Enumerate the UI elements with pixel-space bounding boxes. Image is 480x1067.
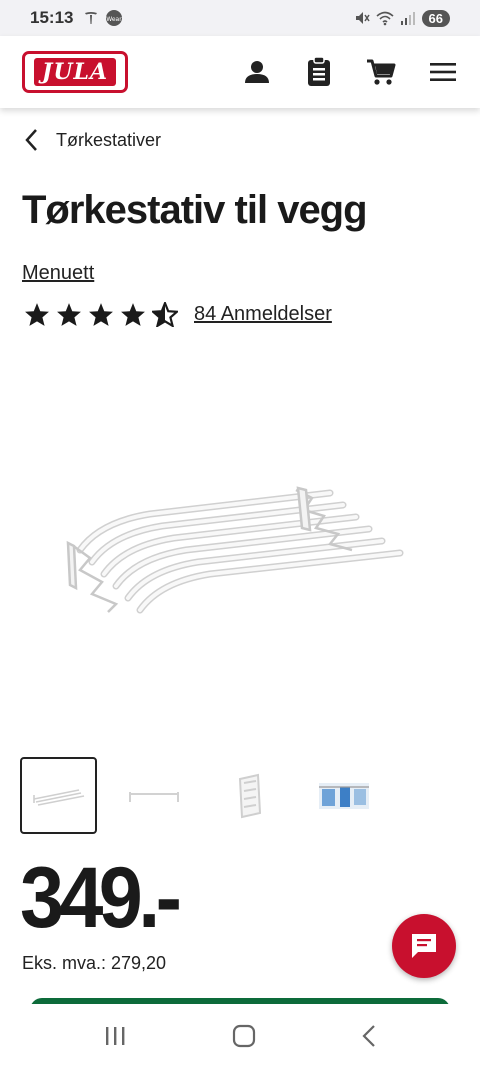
star-half-icon bbox=[152, 302, 178, 327]
product-title: Tørkestativ til vegg bbox=[22, 188, 368, 232]
wear-icon: Wear bbox=[106, 10, 123, 26]
rating-stars bbox=[24, 302, 178, 327]
recent-apps-icon[interactable] bbox=[103, 1025, 127, 1047]
wifi-icon bbox=[376, 11, 394, 26]
battery-indicator: 66 bbox=[421, 9, 450, 27]
status-time: 15:13 bbox=[30, 8, 74, 27]
jula-logo[interactable]: JULA bbox=[22, 51, 128, 93]
cart-icon[interactable] bbox=[366, 57, 396, 87]
clipboard-icon[interactable] bbox=[304, 57, 334, 87]
star-full-icon bbox=[121, 303, 145, 326]
star-full-icon bbox=[89, 303, 113, 326]
user-icon[interactable] bbox=[242, 57, 272, 87]
chat-button[interactable] bbox=[392, 914, 456, 978]
mute-icon bbox=[355, 12, 370, 24]
brand-link[interactable]: Menuett bbox=[22, 262, 94, 285]
thumbnail-1[interactable] bbox=[20, 757, 97, 834]
logo-text: JULA bbox=[33, 58, 117, 86]
menu-icon[interactable] bbox=[428, 57, 458, 87]
home-icon[interactable] bbox=[232, 1024, 256, 1048]
chevron-left-icon[interactable] bbox=[24, 128, 38, 152]
breadcrumb[interactable]: Tørkestativer bbox=[24, 128, 161, 152]
star-full-icon bbox=[57, 303, 81, 326]
back-icon[interactable] bbox=[361, 1024, 377, 1048]
status-right-icons: 66 bbox=[354, 9, 450, 27]
header-actions bbox=[242, 57, 458, 87]
thumbnail-strip bbox=[20, 757, 382, 834]
status-bar: 15:13 Wear 66 bbox=[0, 0, 480, 36]
system-nav-bar bbox=[0, 1004, 480, 1067]
thumbnail-3[interactable] bbox=[210, 757, 287, 834]
reviews-link[interactable]: 84 Anmeldelser bbox=[194, 303, 332, 326]
signal-icon bbox=[400, 12, 415, 25]
product-price: 349.- bbox=[20, 850, 182, 946]
chat-icon bbox=[412, 934, 436, 958]
site-header: JULA bbox=[0, 36, 480, 108]
thumbnail-2[interactable] bbox=[115, 757, 192, 834]
status-left-icons: Wear bbox=[83, 9, 123, 27]
star-full-icon bbox=[25, 303, 49, 326]
product-rating[interactable]: 84 Anmeldelser bbox=[24, 302, 332, 327]
breadcrumb-label[interactable]: Tørkestativer bbox=[56, 130, 161, 151]
tesla-icon bbox=[85, 12, 98, 24]
svg-text:Wear: Wear bbox=[107, 16, 123, 23]
price-ex-vat: Eks. mva.: 279,20 bbox=[22, 953, 167, 973]
product-image[interactable] bbox=[40, 450, 440, 650]
thumbnail-4[interactable] bbox=[305, 757, 382, 834]
